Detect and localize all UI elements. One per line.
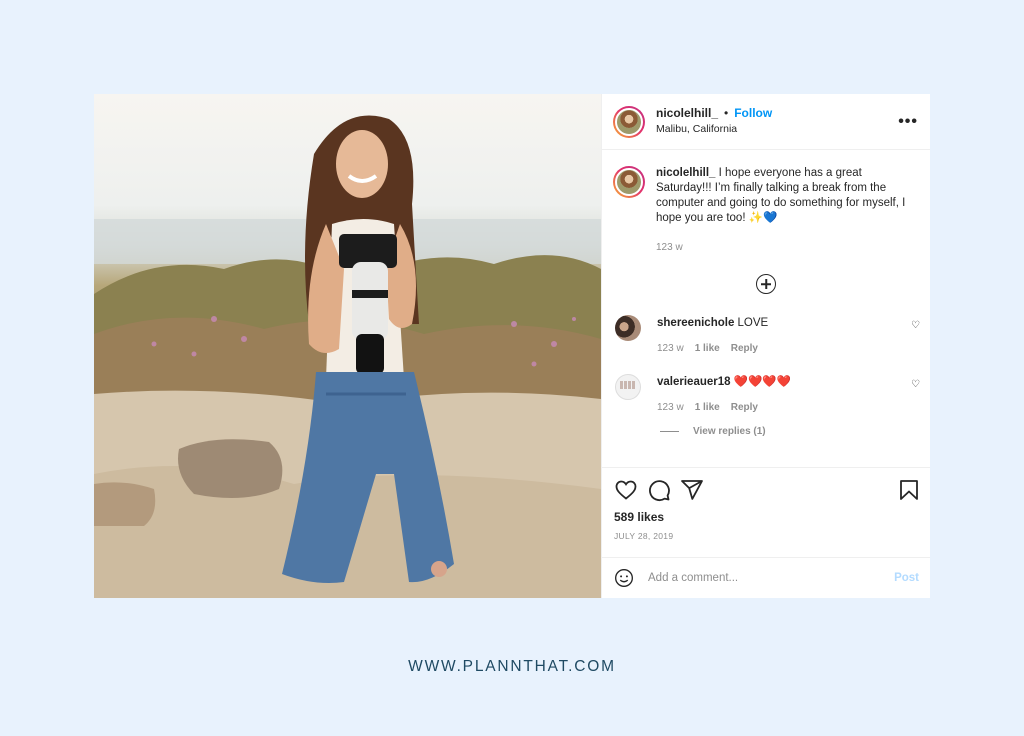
replies-line bbox=[660, 431, 679, 432]
add-comment-bar: Post bbox=[602, 557, 930, 598]
comment-like-heart-icon[interactable]: ♡ bbox=[911, 321, 921, 331]
comment-item: shereenichole LOVE 123 w 1 like Reply ♡ bbox=[602, 315, 930, 354]
caption-avatar[interactable] bbox=[613, 166, 645, 198]
commenter-avatar[interactable] bbox=[615, 315, 641, 341]
post-date[interactable]: JULY 28, 2019 bbox=[614, 531, 921, 541]
comment-likes[interactable]: 1 like bbox=[695, 402, 720, 413]
comment-like-heart-icon[interactable]: ♡ bbox=[911, 380, 921, 390]
share-icon[interactable] bbox=[680, 478, 704, 502]
caption-username[interactable]: nicolelhill_ bbox=[656, 167, 715, 179]
comment-text: ❤️❤️❤️❤️ bbox=[730, 376, 792, 388]
comment-timestamp[interactable]: 123 w bbox=[657, 402, 684, 413]
caption-timestamp[interactable]: 123 w bbox=[656, 240, 916, 255]
author-avatar[interactable] bbox=[613, 105, 645, 138]
post-header: nicolelhill_ • Follow Malibu, California… bbox=[602, 94, 930, 150]
view-replies-button[interactable]: View replies (1) bbox=[602, 426, 930, 437]
comment-input[interactable] bbox=[648, 572, 895, 584]
comment-username[interactable]: shereenichole bbox=[657, 317, 734, 329]
post-caption: nicolelhill_ I hope everyone has a great… bbox=[602, 150, 930, 255]
post-side-panel: nicolelhill_ • Follow Malibu, California… bbox=[601, 94, 930, 598]
author-username[interactable]: nicolelhill_ bbox=[656, 106, 718, 121]
post-button[interactable]: Post bbox=[894, 572, 919, 584]
post-location[interactable]: Malibu, California bbox=[656, 122, 898, 137]
comments-scroll-area[interactable]: nicolelhill_ I hope everyone has a great… bbox=[602, 150, 930, 467]
more-horizontal-icon[interactable]: ••• bbox=[898, 113, 918, 129]
footer-url: WWW.PLANNTHAT.COM bbox=[408, 658, 616, 675]
comment-likes[interactable]: 1 like bbox=[695, 343, 720, 354]
comment-username[interactable]: valerieauer18 bbox=[657, 376, 731, 388]
follow-button[interactable]: Follow bbox=[734, 106, 772, 121]
commenter-avatar[interactable] bbox=[615, 374, 641, 400]
post-photo[interactable] bbox=[94, 94, 601, 598]
instagram-post-card: nicolelhill_ • Follow Malibu, California… bbox=[94, 94, 930, 598]
heart-icon[interactable] bbox=[614, 478, 638, 502]
separator-dot: • bbox=[724, 106, 729, 120]
author-info: nicolelhill_ • Follow Malibu, California bbox=[656, 106, 898, 137]
comment-timestamp[interactable]: 123 w bbox=[657, 343, 684, 354]
comment-item: valerieauer18 ❤️❤️❤️❤️ 123 w 1 like Repl… bbox=[602, 374, 930, 413]
bookmark-icon[interactable] bbox=[897, 478, 921, 502]
reply-button[interactable]: Reply bbox=[731, 402, 758, 413]
load-more-comments-button[interactable] bbox=[602, 274, 930, 298]
comment-text: LOVE bbox=[734, 317, 769, 329]
reply-button[interactable]: Reply bbox=[731, 343, 758, 354]
plus-circle-icon bbox=[756, 274, 776, 294]
emoji-icon[interactable] bbox=[614, 568, 634, 588]
photo-illustration bbox=[94, 115, 601, 598]
view-replies-label: View replies (1) bbox=[693, 426, 766, 437]
comment-icon[interactable] bbox=[647, 478, 671, 502]
post-actions: 589 likes JULY 28, 2019 bbox=[602, 467, 930, 557]
likes-count[interactable]: 589 likes bbox=[614, 510, 921, 524]
